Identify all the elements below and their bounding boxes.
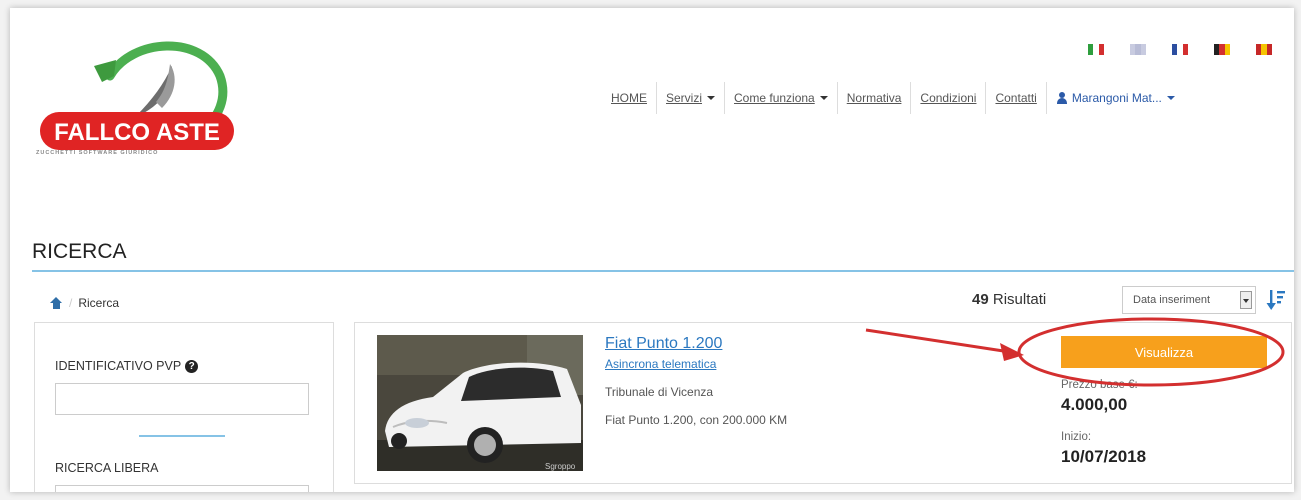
english-flag[interactable] bbox=[1130, 44, 1146, 55]
page: FALLCO ASTE ZUCCHETTI SOFTWARE GIURIDICO… bbox=[10, 8, 1294, 492]
logo-subtitle: ZUCCHETTI SOFTWARE GIURIDICO bbox=[36, 150, 159, 156]
pvp-label: IDENTIFICATIVO PVP ? bbox=[55, 359, 199, 373]
nav-home[interactable]: HOME bbox=[602, 82, 656, 114]
german-flag[interactable] bbox=[1214, 44, 1230, 55]
select-arrow-icon bbox=[1240, 291, 1252, 309]
price-label: Prezzo base €: bbox=[1061, 379, 1138, 391]
user-menu[interactable]: Marangoni Mat... bbox=[1045, 82, 1184, 114]
help-icon[interactable]: ? bbox=[185, 359, 199, 373]
main-nav: HOME Servizi Come funziona Normativa Con… bbox=[602, 82, 1184, 114]
home-icon[interactable] bbox=[50, 297, 63, 309]
breadcrumb-separator: / bbox=[69, 296, 73, 310]
result-title-link[interactable]: Fiat Punto 1.200 bbox=[605, 335, 722, 353]
nav-condizioni-label: Condizioni bbox=[920, 91, 977, 105]
start-date: 10/07/2018 bbox=[1061, 447, 1147, 466]
nav-come-funziona-label: Come funziona bbox=[734, 91, 815, 105]
caret-down-icon bbox=[707, 96, 716, 100]
pvp-label-text: IDENTIFICATIVO PVP bbox=[55, 359, 182, 373]
car-image: Sgroppo bbox=[377, 335, 583, 471]
visualizza-button[interactable]: Visualizza bbox=[1061, 336, 1267, 368]
sort-select[interactable]: Data inseriment bbox=[1122, 286, 1256, 314]
sort-order-icon[interactable] bbox=[1266, 288, 1286, 312]
italian-flag[interactable] bbox=[1088, 44, 1104, 55]
title-divider bbox=[32, 270, 1294, 272]
caret-down-icon bbox=[819, 96, 828, 100]
results-number: 49 bbox=[972, 291, 989, 308]
result-court: Tribunale di Vicenza bbox=[605, 385, 714, 399]
nav-normativa-label: Normativa bbox=[846, 91, 902, 105]
nav-contatti-label: Contatti bbox=[995, 91, 1037, 105]
breadcrumb-current: Ricerca bbox=[78, 296, 120, 310]
page-title: RICERCA bbox=[32, 240, 127, 263]
free-search-label: RICERCA LIBERA bbox=[55, 461, 159, 475]
filter-divider bbox=[139, 435, 225, 437]
car-photo[interactable]: Sgroppo bbox=[377, 335, 583, 471]
user-icon bbox=[1056, 92, 1068, 104]
nav-servizi-label: Servizi bbox=[666, 91, 703, 105]
language-flags bbox=[1088, 44, 1272, 55]
nav-servizi[interactable]: Servizi bbox=[656, 82, 724, 114]
nav-come-funziona[interactable]: Come funziona bbox=[724, 82, 837, 114]
price-value: 4.000,00 bbox=[1061, 395, 1128, 414]
photo-caption: Sgroppo bbox=[545, 462, 576, 471]
result-description: Fiat Punto 1.200, con 200.000 KM bbox=[605, 413, 788, 427]
free-search-input[interactable] bbox=[55, 485, 309, 492]
sort-select-value: Data inseriment bbox=[1133, 294, 1211, 306]
spanish-flag[interactable] bbox=[1256, 44, 1272, 55]
caret-down-icon bbox=[1166, 96, 1175, 100]
results-count: 49 Risultati bbox=[972, 291, 1046, 308]
filter-panel: IDENTIFICATIVO PVP ? RICERCA LIBERA bbox=[34, 322, 334, 492]
logo-text: FALLCO ASTE bbox=[54, 119, 220, 146]
nav-normativa[interactable]: Normativa bbox=[836, 82, 911, 114]
nav-home-label: HOME bbox=[611, 91, 647, 105]
user-name: Marangoni Mat... bbox=[1071, 91, 1162, 105]
pvp-input[interactable] bbox=[55, 383, 309, 415]
nav-condizioni[interactable]: Condizioni bbox=[910, 82, 985, 114]
nav-contatti[interactable]: Contatti bbox=[985, 82, 1045, 114]
start-label: Inizio: bbox=[1061, 431, 1092, 443]
result-type-link[interactable]: Asincrona telematica bbox=[605, 357, 716, 371]
breadcrumb: / Ricerca bbox=[50, 296, 119, 310]
results-label: Risultati bbox=[992, 291, 1047, 308]
result-card: Sgroppo Fiat Punto 1.200 Asincrona telem… bbox=[354, 322, 1292, 484]
french-flag[interactable] bbox=[1172, 44, 1188, 55]
